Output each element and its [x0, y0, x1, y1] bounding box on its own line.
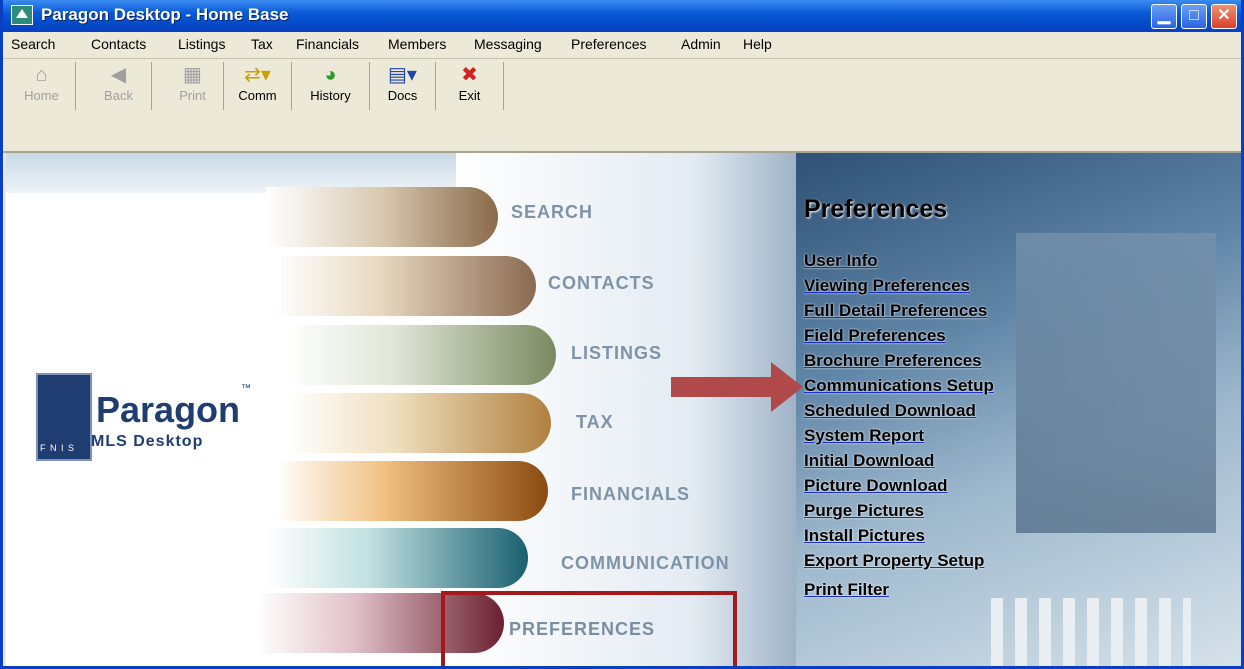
maximize-button[interactable]: □ — [1181, 4, 1207, 29]
app-window: Paragon Desktop - Home Base ▁ □ ✕ Search… — [0, 0, 1244, 669]
nav-tax[interactable]: TAX — [576, 412, 614, 433]
link-scheduled-download[interactable]: Scheduled Download — [804, 401, 976, 421]
menu-financials[interactable]: Financials — [296, 36, 359, 52]
house-image — [1016, 233, 1216, 533]
menu-listings[interactable]: Listings — [178, 36, 225, 52]
logo-fnis: F N I S — [40, 443, 76, 453]
nav-listings[interactable]: LISTINGS — [571, 343, 662, 364]
minimize-button[interactable]: ▁ — [1151, 4, 1177, 29]
financials-image — [276, 461, 548, 521]
menu-search[interactable]: Search — [11, 36, 55, 52]
app-icon — [11, 5, 33, 25]
search-image — [266, 187, 498, 247]
paragon-logo: Paragon ™ MLS Desktop F N I S — [36, 373, 256, 468]
logo-trademark: ™ — [241, 383, 251, 394]
link-field-preferences[interactable]: Field Preferences — [804, 326, 946, 346]
docs-icon: ▤▾ — [388, 64, 417, 86]
print-button[interactable]: ▦ Print — [162, 62, 224, 110]
home-label: Home — [24, 88, 59, 103]
contacts-image — [276, 256, 536, 316]
menu-messaging[interactable]: Messaging — [474, 36, 542, 52]
tax-image — [286, 393, 551, 453]
link-viewing-preferences[interactable]: Viewing Preferences — [804, 276, 970, 296]
window-title: Paragon Desktop - Home Base — [41, 5, 289, 24]
history-button[interactable]: ◕ History — [292, 62, 370, 110]
docs-label: Docs — [387, 88, 418, 103]
menu-tax[interactable]: Tax — [251, 36, 273, 52]
link-picture-download[interactable]: Picture Download — [804, 476, 948, 496]
link-purge-pictures[interactable]: Purge Pictures — [804, 501, 924, 521]
link-user-info[interactable]: User Info — [804, 251, 878, 271]
docs-button[interactable]: ▤▾ Docs — [370, 62, 436, 110]
home-button[interactable]: ⌂ Home — [8, 62, 76, 110]
callout-arrow-icon — [671, 362, 803, 412]
history-label: History — [310, 88, 351, 103]
back-icon: ◀ — [110, 64, 127, 86]
title-bar[interactable]: Paragon Desktop - Home Base ▁ □ ✕ — [3, 0, 1241, 32]
menu-bar: Search Contacts Listings Tax Financials … — [3, 32, 1241, 59]
print-label: Print — [179, 88, 206, 103]
link-brochure-preferences[interactable]: Brochure Preferences — [804, 351, 982, 371]
link-communications-setup[interactable]: Communications Setup — [804, 376, 994, 396]
toolbar: ⌂ Home ◀ Back ▦ Print ⇄▾ Comm ◕ History … — [3, 59, 1241, 153]
link-print-filter[interactable]: Print Filter — [804, 580, 889, 600]
menu-contacts[interactable]: Contacts — [91, 36, 146, 52]
nav-search[interactable]: SEARCH — [511, 202, 593, 223]
exit-label: Exit — [458, 88, 481, 103]
menu-admin[interactable]: Admin — [681, 36, 721, 52]
logo-subtitle: MLS Desktop — [91, 433, 204, 450]
home-base-content: SEARCH CONTACTS LISTINGS TAX FINANCIALS … — [6, 153, 1241, 666]
history-icon: ◕ — [324, 64, 337, 86]
preferences-title: Preferences — [804, 195, 948, 223]
close-button[interactable]: ✕ — [1211, 4, 1237, 29]
nav-contacts[interactable]: CONTACTS — [548, 273, 655, 294]
menu-members[interactable]: Members — [388, 36, 446, 52]
comm-icon: ⇄▾ — [244, 64, 271, 86]
menu-help[interactable]: Help — [743, 36, 772, 52]
back-button[interactable]: ◀ Back — [86, 62, 152, 110]
fence-image — [991, 598, 1191, 666]
listings-image — [286, 325, 556, 385]
logo-name: Paragon — [96, 389, 241, 430]
nav-communication[interactable]: COMMUNICATION — [561, 553, 730, 574]
preferences-highlight-box — [441, 591, 737, 666]
print-icon: ▦ — [183, 64, 202, 86]
exit-icon: ✖ — [461, 64, 478, 86]
nav-financials[interactable]: FINANCIALS — [571, 484, 690, 505]
link-install-pictures[interactable]: Install Pictures — [804, 526, 925, 546]
comm-button[interactable]: ⇄▾ Comm — [224, 62, 292, 110]
link-initial-download[interactable]: Initial Download — [804, 451, 934, 471]
communication-image — [266, 528, 528, 588]
link-system-report[interactable]: System Report — [804, 426, 924, 446]
back-label: Back — [104, 88, 133, 103]
link-export-property-setup[interactable]: Export Property Setup — [804, 551, 984, 571]
home-icon: ⌂ — [35, 64, 48, 86]
exit-button[interactable]: ✖ Exit — [436, 62, 504, 110]
comm-label: Comm — [238, 88, 277, 103]
menu-preferences[interactable]: Preferences — [571, 36, 646, 52]
link-full-detail-preferences[interactable]: Full Detail Preferences — [804, 301, 987, 321]
